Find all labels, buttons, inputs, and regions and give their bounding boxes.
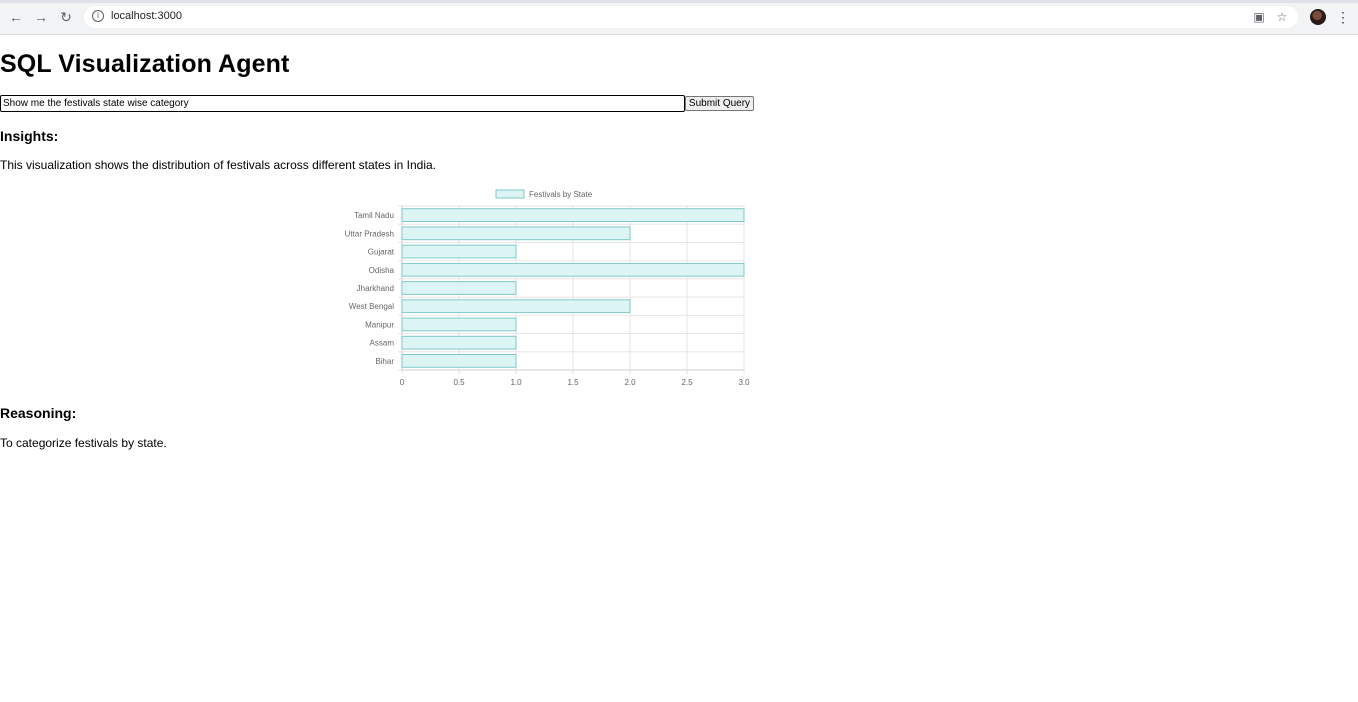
install-app-icon[interactable]: ▣ [1251,9,1267,25]
x-tick-label: 3.0 [738,378,750,387]
address-bar[interactable]: i localhost:3000 ▣ ☆ [84,6,1298,28]
submit-query-button[interactable]: Submit Query [685,96,754,111]
more-vert-icon[interactable]: ⋮ [1336,8,1350,26]
x-tick-label: 0.5 [453,378,465,387]
bar [401,299,631,314]
legend-label: Festivals by State [529,190,593,199]
tab-strip-edge [0,0,1358,3]
category-label: Uttar Pradesh [345,229,394,238]
bookmark-star-icon[interactable]: ☆ [1274,9,1290,25]
reasoning-heading: Reasoning: [0,405,77,421]
forward-arrow-icon[interactable]: → [32,8,50,26]
bar [401,226,631,241]
festivals-bar-chart: 0 0.5 1.0 1.5 2.0 2.5 3.0 Tamil Nadu Uttar Prade… [345,189,750,387]
category-label: Assam [370,339,395,348]
bar [401,262,745,277]
category-label: West Bengal [349,302,394,311]
category-label: Gujarat [368,248,395,257]
category-label: Bihar [375,357,394,366]
browser-toolbar: ← → ↻ i localhost:3000 ▣ ☆ ⋮ [0,0,1358,35]
x-tick-label: 0 [400,378,405,387]
x-tick-label: 1.5 [567,378,579,387]
bar [401,208,745,222]
x-tick-label: 2.5 [681,378,693,387]
reload-icon[interactable]: ↻ [57,8,75,26]
reasoning-text: To categorize festivals by state. [0,436,167,450]
x-tick-label: 1.0 [510,378,522,387]
category-label: Manipur [365,320,394,329]
profile-avatar[interactable] [1310,9,1326,25]
category-label: Jharkhand [357,284,394,293]
bar [401,354,517,368]
insights-text: This visualization shows the distributio… [0,158,436,172]
url-text[interactable]: localhost:3000 [111,10,182,22]
bar [401,281,517,295]
page-title: SQL Visualization Agent [0,50,290,78]
legend-swatch [495,189,525,199]
back-arrow-icon[interactable]: ← [7,8,25,26]
insights-heading: Insights: [0,128,59,144]
category-label: Odisha [369,266,395,275]
bar [401,317,517,332]
category-label: Tamil Nadu [354,211,394,220]
query-input[interactable] [0,95,685,112]
site-info-icon[interactable]: i [92,10,104,22]
x-tick-label: 2.0 [624,378,636,387]
bar [401,244,517,259]
bar [401,335,517,350]
